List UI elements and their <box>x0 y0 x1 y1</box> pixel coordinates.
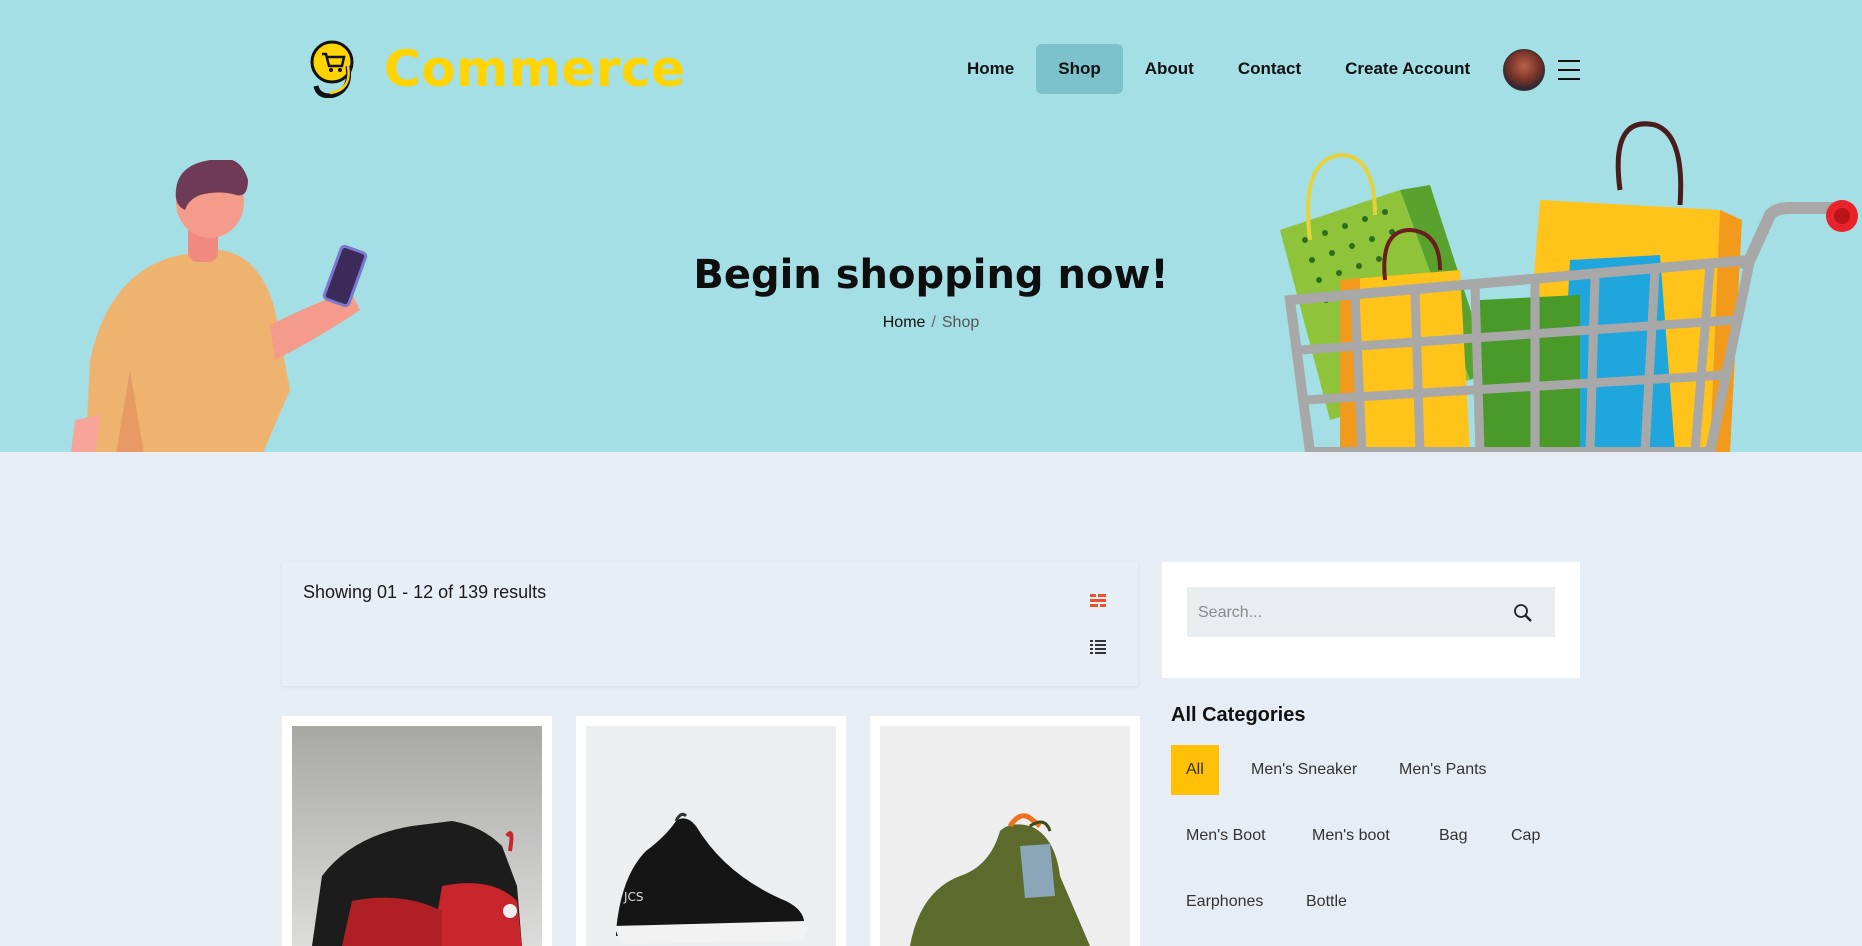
nav-item-contact[interactable]: Contact <box>1216 44 1323 94</box>
brand-name: Commerce <box>384 40 686 98</box>
category-all[interactable]: All <box>1171 745 1219 795</box>
breadcrumb-current: Shop <box>941 314 980 331</box>
category-bottle[interactable]: Bottle <box>1291 877 1362 927</box>
nav-item-create-account[interactable]: Create Account <box>1323 44 1492 94</box>
user-avatar[interactable] <box>1503 49 1545 91</box>
product-image[interactable]: JCS <box>586 726 836 946</box>
category-cap[interactable]: Cap <box>1496 811 1555 861</box>
sidebar-search <box>1162 562 1580 678</box>
shopping-cart-illustration <box>1280 121 1858 452</box>
category-bag[interactable]: Bag <box>1424 811 1482 861</box>
main-nav: Home Shop About Contact Create Account <box>945 44 1492 94</box>
nav-item-about[interactable]: About <box>1123 44 1216 94</box>
category-earphones[interactable]: Earphones <box>1171 877 1278 927</box>
shopper-illustration <box>71 160 368 452</box>
category-mens-boot[interactable]: Men's Boot <box>1171 811 1281 861</box>
results-toolbar: Showing 01 - 12 of 139 results <box>282 562 1138 686</box>
categories-title: All Categories <box>1171 704 1306 726</box>
product-image[interactable] <box>880 726 1130 946</box>
category-mens-sneaker[interactable]: Men's Sneaker <box>1236 745 1372 795</box>
search-icon[interactable] <box>1513 603 1533 623</box>
category-mens-boot-lower[interactable]: Men's boot <box>1297 811 1405 861</box>
cart-logo-icon <box>310 40 354 98</box>
product-card[interactable]: JCS <box>576 716 846 946</box>
hamburger-icon[interactable] <box>1558 60 1580 87</box>
grid-view-icon[interactable] <box>1089 592 1107 610</box>
list-view-icon[interactable] <box>1089 638 1107 656</box>
brand-logo[interactable]: Commerce <box>310 40 685 98</box>
search-input[interactable] <box>1187 587 1500 639</box>
product-image[interactable] <box>292 726 542 946</box>
hero-banner: Commerce Home Shop About Contact Create … <box>0 0 1862 452</box>
results-count: Showing 01 - 12 of 139 results <box>303 582 547 602</box>
breadcrumb-home[interactable]: Home <box>883 314 926 331</box>
category-mens-pants[interactable]: Men's Pants <box>1384 745 1502 795</box>
search-field <box>1187 587 1555 639</box>
svg-text:JCS: JCS <box>623 890 644 904</box>
sneaker-image <box>312 821 522 946</box>
sneaker-image <box>910 813 1090 946</box>
product-card[interactable] <box>282 716 552 946</box>
nav-item-home[interactable]: Home <box>945 44 1036 94</box>
product-card[interactable] <box>870 716 1140 946</box>
breadcrumb-separator: / <box>931 314 936 331</box>
sneaker-image: JCS <box>614 812 808 944</box>
nav-item-shop[interactable]: Shop <box>1036 44 1123 94</box>
